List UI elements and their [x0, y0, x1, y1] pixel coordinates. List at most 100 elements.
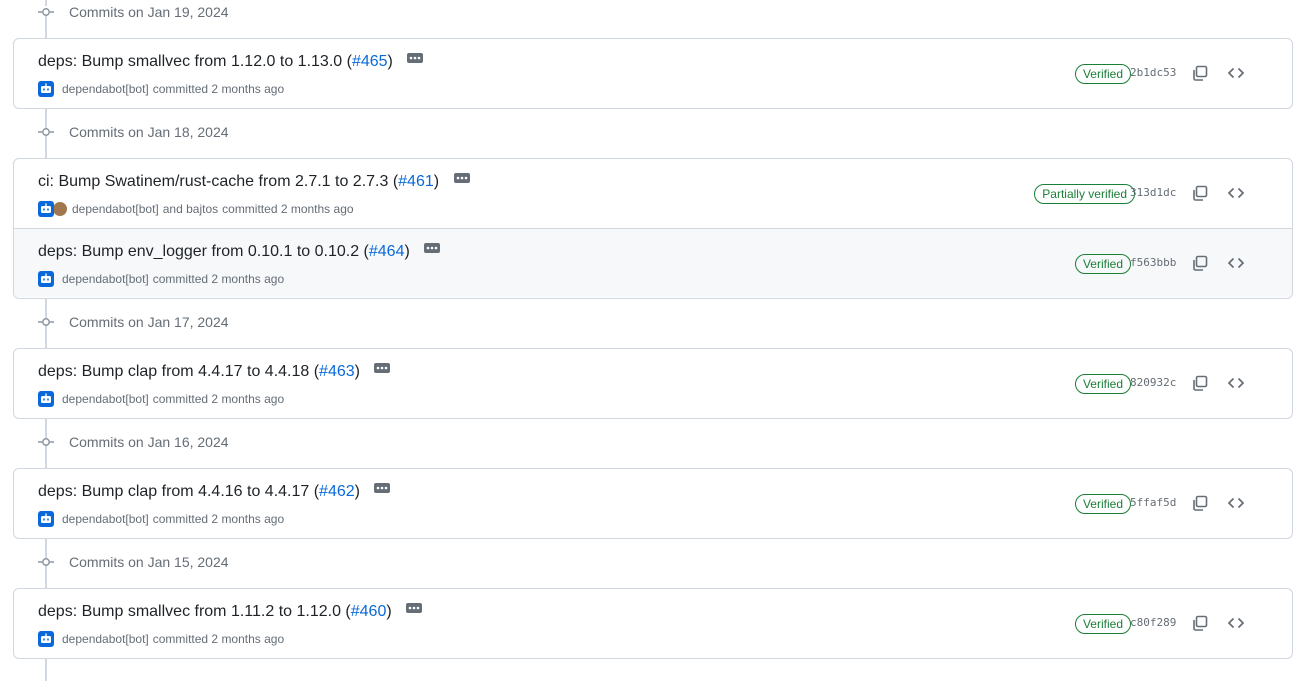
commit-time: committed 2 months ago	[152, 82, 285, 96]
commit-meta: dependabot[bot] committed 2 months ago	[38, 81, 284, 97]
commit-row: deps: Bump clap from 4.4.16 to 4.4.17 (#…	[14, 469, 1292, 538]
commit-message-text[interactable]: deps: Bump clap from 4.4.17 to 4.4.18 (	[38, 363, 319, 380]
commit-meta: dependabot[bot] committed 2 months ago	[38, 271, 284, 287]
commit-time: committed 2 months ago	[152, 632, 285, 646]
user-avatar[interactable]	[52, 201, 68, 217]
commit-row: deps: Bump env_logger from 0.10.1 to 0.1…	[14, 228, 1292, 297]
commit-actions: Verified 820932c	[992, 349, 1292, 418]
commit-time: committed 2 months ago	[152, 272, 285, 286]
commit-group-list: deps: Bump smallvec from 1.12.0 to 1.13.…	[13, 38, 1293, 109]
dependabot-avatar[interactable]	[38, 81, 54, 97]
commit-time: committed 2 months ago	[222, 202, 354, 216]
commit-author-link[interactable]: dependabot[bot]	[72, 202, 159, 216]
kebab-horizontal-icon[interactable]	[406, 602, 423, 613]
git-commit-icon	[38, 318, 54, 326]
commit-author-link[interactable]: dependabot[bot]	[62, 512, 149, 526]
commit-group-title: Commits on Jan 17, 2024	[69, 314, 229, 330]
commit-sha-link[interactable]: f563bbb	[1130, 256, 1176, 269]
commit-meta: dependabot[bot] committed 2 months ago	[38, 511, 284, 527]
timeline-line	[45, 659, 47, 681]
commit-sha-link[interactable]: c80f289	[1130, 616, 1176, 629]
pull-request-link[interactable]: #465	[352, 53, 388, 70]
commit-author-link[interactable]: dependabot[bot]	[62, 392, 149, 406]
pull-request-link[interactable]: #463	[319, 363, 355, 380]
code-icon[interactable]	[1226, 613, 1246, 633]
verified-badge[interactable]: Verified	[1074, 494, 1131, 514]
code-icon[interactable]	[1226, 373, 1246, 393]
code-icon[interactable]	[1226, 183, 1246, 203]
commit-author-link[interactable]: dependabot[bot]	[62, 82, 149, 96]
dependabot-avatar[interactable]	[38, 511, 54, 527]
commit-group-header: Commits on Jan 18, 2024	[0, 120, 600, 144]
commit-message-text[interactable]: deps: Bump smallvec from 1.12.0 to 1.13.…	[38, 53, 352, 70]
dependabot-avatar[interactable]	[38, 271, 54, 287]
pull-request-link[interactable]: #462	[319, 483, 355, 500]
copy-icon[interactable]	[1190, 253, 1210, 273]
copy-icon[interactable]	[1190, 613, 1210, 633]
commit-message-suffix: )	[387, 53, 393, 70]
kebab-horizontal-icon[interactable]	[453, 172, 470, 183]
commit-message-suffix: )	[354, 483, 360, 500]
commit-meta: dependabot[bot] committed 2 months ago	[38, 631, 284, 647]
commit-message-suffix: )	[404, 243, 410, 260]
commit-group-title: Commits on Jan 18, 2024	[69, 124, 229, 140]
copy-icon[interactable]	[1190, 493, 1210, 513]
commit-row: deps: Bump smallvec from 1.11.2 to 1.12.…	[14, 589, 1292, 658]
commit-sha-link[interactable]: 5ffaf5d	[1130, 496, 1176, 509]
commit-message-text[interactable]: ci: Bump Swatinem/rust-cache from 2.7.1 …	[38, 173, 398, 190]
commit-group-header: Commits on Jan 15, 2024	[0, 550, 600, 574]
commit-row: deps: Bump clap from 4.4.17 to 4.4.18 (#…	[14, 349, 1292, 418]
commit-group-list: deps: Bump clap from 4.4.16 to 4.4.17 (#…	[13, 468, 1293, 539]
verified-badge[interactable]: Verified	[1074, 254, 1131, 274]
copy-icon[interactable]	[1190, 183, 1210, 203]
copy-icon[interactable]	[1190, 63, 1210, 83]
code-icon[interactable]	[1226, 63, 1246, 83]
kebab-horizontal-icon[interactable]	[424, 242, 441, 253]
commit-time: committed 2 months ago	[152, 392, 285, 406]
dependabot-avatar[interactable]	[38, 631, 54, 647]
commit-author-link[interactable]: dependabot[bot]	[62, 272, 149, 286]
kebab-horizontal-icon[interactable]	[374, 362, 391, 373]
commit-group-header: Commits on Jan 17, 2024	[0, 310, 600, 334]
commit-message-text[interactable]: deps: Bump smallvec from 1.11.2 to 1.12.…	[38, 603, 351, 620]
kebab-horizontal-icon[interactable]	[374, 482, 391, 493]
commit-sha-link[interactable]: 313d1dc	[1130, 186, 1176, 199]
pull-request-link[interactable]: #461	[398, 173, 434, 190]
commit-message[interactable]: deps: Bump smallvec from 1.12.0 to 1.13.…	[38, 52, 424, 71]
code-icon[interactable]	[1226, 493, 1246, 513]
copy-icon[interactable]	[1190, 373, 1210, 393]
commit-actions: Partially verified 313d1dc	[992, 159, 1292, 228]
commit-message[interactable]: deps: Bump clap from 4.4.16 to 4.4.17 (#…	[38, 482, 391, 501]
commit-sha-link[interactable]: 2b1dc53	[1130, 66, 1176, 79]
commit-message-suffix: )	[354, 363, 360, 380]
commit-row: deps: Bump smallvec from 1.12.0 to 1.13.…	[14, 39, 1292, 108]
git-commit-icon	[38, 8, 54, 16]
commit-message[interactable]: deps: Bump smallvec from 1.11.2 to 1.12.…	[38, 602, 423, 621]
commit-message[interactable]: deps: Bump env_logger from 0.10.1 to 0.1…	[38, 242, 441, 261]
commit-sha-link[interactable]: 820932c	[1130, 376, 1176, 389]
dependabot-avatar[interactable]	[38, 391, 54, 407]
commit-message-text[interactable]: deps: Bump env_logger from 0.10.1 to 0.1…	[38, 243, 369, 260]
commit-message-suffix: )	[433, 173, 440, 190]
verified-badge[interactable]: Verified	[1074, 374, 1131, 394]
commit-message-suffix: )	[386, 603, 392, 620]
commit-group-title: Commits on Jan 15, 2024	[69, 554, 229, 570]
pull-request-link[interactable]: #460	[351, 603, 387, 620]
commit-actions: Verified f563bbb	[992, 229, 1292, 297]
git-commit-icon	[38, 558, 54, 566]
code-icon[interactable]	[1226, 253, 1246, 273]
commit-message-text[interactable]: deps: Bump clap from 4.4.16 to 4.4.17 (	[38, 483, 319, 500]
verified-badge[interactable]: Verified	[1074, 614, 1131, 634]
verified-badge[interactable]: Partially verified	[1034, 184, 1135, 204]
commit-author-link[interactable]: dependabot[bot]	[62, 632, 149, 646]
commit-group-header: Commits on Jan 19, 2024	[0, 0, 600, 24]
kebab-horizontal-icon[interactable]	[407, 52, 424, 63]
commit-message[interactable]: deps: Bump clap from 4.4.17 to 4.4.18 (#…	[38, 362, 391, 381]
dependabot-avatar[interactable]	[38, 201, 54, 217]
commit-message[interactable]: ci: Bump Swatinem/rust-cache from 2.7.1 …	[38, 172, 470, 191]
verified-badge[interactable]: Verified	[1074, 64, 1131, 84]
git-commit-icon	[38, 128, 54, 136]
commit-coauthor[interactable]: and bajtos	[163, 202, 218, 216]
pull-request-link[interactable]: #464	[369, 243, 405, 260]
commit-actions: Verified 5ffaf5d	[992, 469, 1292, 538]
